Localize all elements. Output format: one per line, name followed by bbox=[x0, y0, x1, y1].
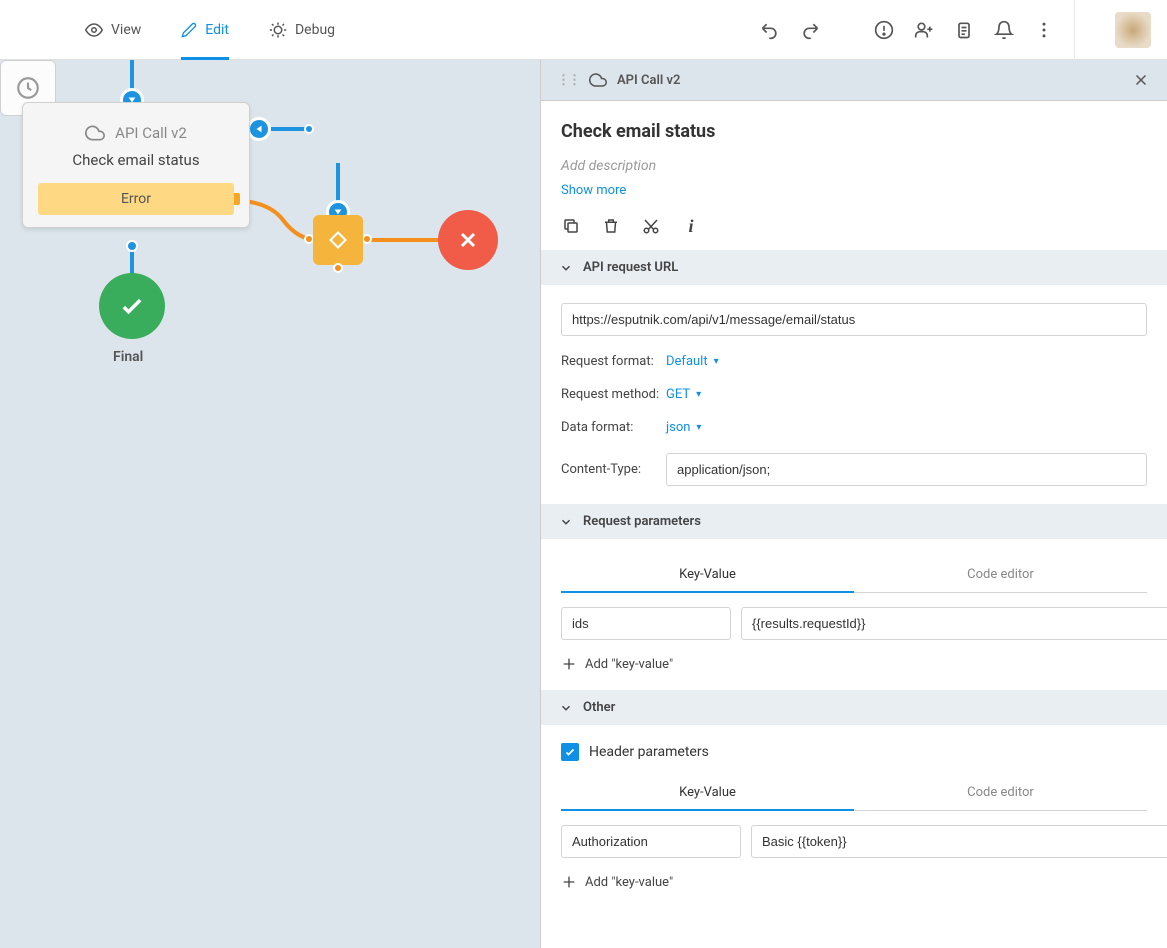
connector bbox=[363, 238, 438, 242]
chevron-down-icon bbox=[559, 701, 573, 715]
content-type-input[interactable] bbox=[666, 453, 1147, 486]
delete-button[interactable] bbox=[601, 216, 621, 236]
plus-icon bbox=[561, 656, 577, 672]
bell-icon[interactable] bbox=[994, 20, 1014, 40]
drag-handle-icon[interactable]: ⋮⋮ bbox=[557, 73, 579, 88]
connector-port[interactable] bbox=[126, 240, 138, 252]
avatar[interactable] bbox=[1115, 12, 1151, 48]
description-placeholder[interactable]: Add description bbox=[561, 158, 1147, 174]
section-body-other: Header parameters Key-Value Code editor … bbox=[541, 725, 1167, 908]
cut-button[interactable] bbox=[641, 216, 661, 236]
connector-port[interactable] bbox=[304, 124, 314, 134]
chevron-down-icon: ▾ bbox=[714, 356, 719, 367]
header-key-input[interactable] bbox=[561, 825, 741, 858]
section-body-params: Key-Value Code editor S ▾ Add "key-value… bbox=[541, 539, 1167, 690]
check-icon bbox=[118, 292, 146, 320]
condition-node[interactable] bbox=[313, 215, 363, 265]
url-input[interactable] bbox=[561, 303, 1147, 336]
close-icon bbox=[456, 228, 480, 252]
show-more-link[interactable]: Show more bbox=[561, 183, 626, 198]
divider bbox=[1074, 0, 1075, 60]
error-end-node[interactable] bbox=[438, 210, 498, 270]
tab-key-value[interactable]: Key-Value bbox=[561, 775, 854, 810]
params-tabs: Key-Value Code editor bbox=[561, 557, 1147, 593]
header-params-label: Header parameters bbox=[589, 744, 709, 760]
redo-button[interactable] bbox=[800, 20, 820, 40]
topbar-actions bbox=[760, 0, 1151, 60]
header-tabs: Key-Value Code editor bbox=[561, 775, 1147, 811]
close-panel-button[interactable] bbox=[1131, 70, 1151, 90]
request-format-label: Request format: bbox=[561, 354, 666, 369]
tab-key-value[interactable]: Key-Value bbox=[561, 557, 854, 592]
cloud-icon bbox=[589, 71, 607, 89]
panel-title: Check email status bbox=[561, 121, 1147, 142]
param-row: S ▾ bbox=[561, 607, 1147, 640]
request-format-select[interactable]: Default ▾ bbox=[666, 354, 719, 369]
panel-header-title: API Call v2 bbox=[617, 73, 680, 88]
connector-port[interactable] bbox=[362, 234, 372, 244]
plus-icon bbox=[561, 874, 577, 890]
header-params-checkbox[interactable] bbox=[561, 743, 579, 761]
cloud-icon bbox=[85, 123, 105, 143]
panel-body: Check email status Add description Show … bbox=[541, 101, 1167, 250]
section-header-other[interactable]: Other bbox=[541, 690, 1167, 725]
top-bar: View Edit Debug bbox=[0, 0, 1167, 60]
data-format-select[interactable]: json ▾ bbox=[666, 420, 701, 435]
side-panel: ⋮⋮ API Call v2 Check email status Add de… bbox=[540, 60, 1167, 948]
node-type-label: API Call v2 bbox=[33, 123, 239, 143]
clock-icon bbox=[15, 75, 41, 101]
pencil-icon bbox=[181, 22, 197, 38]
request-method-select[interactable]: GET ▾ bbox=[666, 387, 701, 402]
tab-label: View bbox=[111, 22, 141, 38]
tab-label: Debug bbox=[295, 22, 335, 38]
success-end-node[interactable] bbox=[99, 273, 165, 339]
info-button[interactable]: i bbox=[681, 216, 701, 236]
tab-view[interactable]: View bbox=[85, 0, 141, 59]
chevron-down-icon: ▾ bbox=[696, 389, 701, 400]
param-key-input[interactable] bbox=[561, 607, 731, 640]
section-body-url: Request format: Default ▾ Request method… bbox=[541, 285, 1167, 504]
eye-icon bbox=[85, 21, 103, 39]
tab-edit[interactable]: Edit bbox=[181, 0, 229, 59]
tab-code-editor[interactable]: Code editor bbox=[854, 557, 1147, 592]
node-name: Check email status bbox=[33, 151, 239, 169]
add-key-value-button[interactable]: Add "key-value" bbox=[561, 656, 1147, 672]
chevron-down-icon: ▾ bbox=[696, 422, 701, 433]
error-badge: Error bbox=[38, 183, 234, 215]
header-row bbox=[561, 825, 1147, 858]
connector-port[interactable] bbox=[333, 263, 343, 273]
undo-button[interactable] bbox=[760, 20, 780, 40]
alert-icon[interactable] bbox=[874, 20, 894, 40]
header-params-checkbox-row: Header parameters bbox=[561, 743, 1147, 761]
request-method-label: Request method: bbox=[561, 387, 666, 402]
data-format-label: Data format: bbox=[561, 420, 666, 435]
panel-actions: i bbox=[561, 216, 1147, 236]
section-header-url[interactable]: API request URL bbox=[541, 250, 1167, 285]
param-value-input[interactable] bbox=[741, 607, 1167, 640]
bug-icon bbox=[269, 21, 287, 39]
main-content: API Call v2 Check email status Error Fin… bbox=[0, 60, 1167, 948]
workflow-canvas[interactable]: API Call v2 Check email status Error Fin… bbox=[0, 60, 540, 948]
final-label: Final bbox=[113, 349, 143, 365]
more-menu-icon[interactable] bbox=[1034, 20, 1054, 40]
tab-label: Edit bbox=[205, 22, 229, 38]
tab-debug[interactable]: Debug bbox=[269, 0, 335, 59]
header-value-input[interactable] bbox=[751, 825, 1167, 858]
panel-header: ⋮⋮ API Call v2 bbox=[541, 60, 1167, 101]
copy-button[interactable] bbox=[561, 216, 581, 236]
content-type-label: Content-Type: bbox=[561, 462, 666, 477]
chevron-down-icon bbox=[559, 515, 573, 529]
add-key-value-button[interactable]: Add "key-value" bbox=[561, 874, 1147, 890]
tab-code-editor[interactable]: Code editor bbox=[854, 775, 1147, 810]
mode-tabs: View Edit Debug bbox=[85, 0, 335, 59]
chevron-down-icon bbox=[559, 261, 573, 275]
section-header-params[interactable]: Request parameters bbox=[541, 504, 1167, 539]
clipboard-icon[interactable] bbox=[954, 20, 974, 40]
diamond-icon bbox=[328, 230, 348, 250]
api-call-node[interactable]: API Call v2 Check email status Error bbox=[22, 102, 250, 228]
connector-port[interactable] bbox=[247, 117, 271, 141]
add-user-icon[interactable] bbox=[914, 20, 934, 40]
